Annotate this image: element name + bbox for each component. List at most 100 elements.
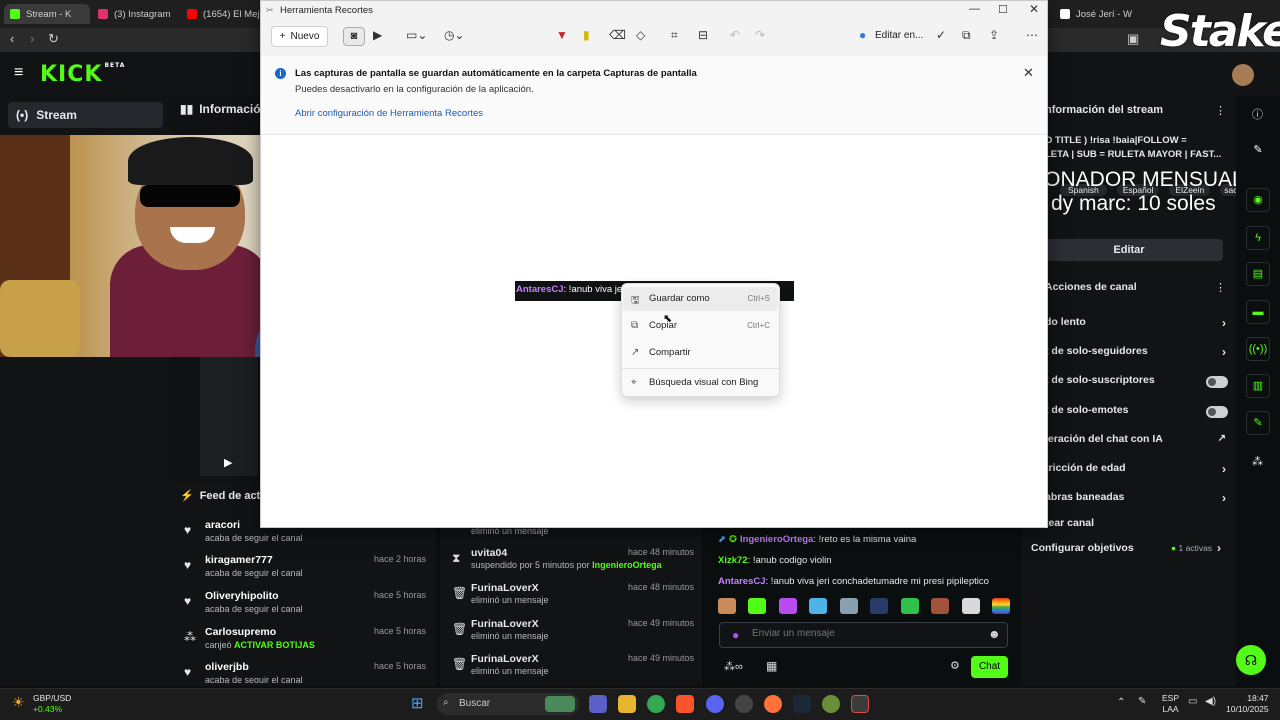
- snipping-tool-taskbar-icon[interactable]: [851, 695, 869, 713]
- chat-input[interactable]: [752, 628, 972, 639]
- kick-logo[interactable]: KICK BETA: [40, 62, 125, 87]
- pen-icon[interactable]: ▼: [556, 28, 568, 42]
- tab-instagram[interactable]: (3) Instagram: [98, 4, 178, 24]
- user-name[interactable]: FurinaLoverX: [471, 653, 539, 665]
- info-icon[interactable]: ⓘ: [1252, 106, 1263, 122]
- avatar[interactable]: [1232, 64, 1254, 86]
- tab-stream[interactable]: Stream - K: [4, 4, 90, 24]
- user-name[interactable]: Carlosupremo: [205, 626, 276, 638]
- edit-button[interactable]: Editar: [1035, 239, 1223, 261]
- file-explorer-icon[interactable]: [618, 695, 636, 713]
- chat-username[interactable]: Xizk72: [718, 555, 748, 566]
- emote[interactable]: [778, 598, 797, 614]
- screenshot-mode-icon[interactable]: ◙: [343, 27, 365, 46]
- edit-in-button[interactable]: Editar en...: [875, 30, 923, 41]
- chat-icon[interactable]: ▬: [1246, 300, 1270, 324]
- emote[interactable]: [991, 598, 1010, 614]
- close-icon[interactable]: ✕: [1023, 65, 1034, 81]
- store-icon[interactable]: ▦: [766, 659, 777, 673]
- teams-icon[interactable]: [589, 695, 607, 713]
- reload-icon[interactable]: ↻: [48, 31, 59, 47]
- emoji-icon[interactable]: ☻: [988, 627, 1001, 641]
- configure-goals[interactable]: Configurar objetivos ● 1 activas ›: [1031, 541, 1226, 558]
- app-icon[interactable]: [822, 695, 840, 713]
- clock[interactable]: 18:47 10/10/2025: [1226, 693, 1269, 715]
- user-name[interactable]: oliverjbb: [205, 661, 249, 673]
- action-followers-only[interactable]: t de solo-seguidores ›: [1045, 345, 1230, 363]
- user-name[interactable]: uvita04: [471, 547, 507, 559]
- wrench-icon[interactable]: ✎: [1246, 411, 1270, 435]
- menu-icon[interactable]: ≡: [14, 64, 23, 82]
- chat-username[interactable]: AntaresCJ: [718, 576, 766, 587]
- emote[interactable]: [839, 598, 858, 614]
- action-banned-words[interactable]: abras baneadas ›: [1045, 491, 1230, 509]
- chat-send-button[interactable]: Chat: [971, 656, 1008, 678]
- eraser-icon[interactable]: ⌫: [609, 28, 626, 42]
- ticker-widget[interactable]: GBP/USD +0.43%: [33, 693, 71, 715]
- text-actions-icon[interactable]: ⊟: [698, 28, 708, 42]
- chat-username[interactable]: IngenieroOrtega: [740, 534, 813, 545]
- emote[interactable]: [961, 598, 980, 614]
- file-icon[interactable]: ▤: [1246, 262, 1270, 286]
- snip-shape-icon[interactable]: ▭⌄: [406, 28, 427, 42]
- action-emotes-only[interactable]: t de solo-emotes: [1045, 404, 1230, 422]
- menu-item-save-as[interactable]: 🖫 Guardar como Ctrl+S: [623, 287, 778, 311]
- tab-wikipedia[interactable]: José Jerí - Wiki: [1060, 4, 1132, 24]
- play-icon[interactable]: ▶: [224, 456, 232, 469]
- windows-start-icon[interactable]: ⊞: [411, 694, 424, 712]
- user-name[interactable]: FurinaLoverX: [471, 618, 539, 630]
- emote[interactable]: [900, 598, 919, 614]
- more-icon[interactable]: ⋯: [1026, 28, 1038, 42]
- banner-settings-link[interactable]: Abrir configuración de Herramienta Recor…: [295, 108, 483, 119]
- network-icon[interactable]: ▭: [1188, 696, 1197, 707]
- emote[interactable]: [718, 598, 736, 614]
- share-icon[interactable]: ⇪: [989, 28, 999, 42]
- more-icon[interactable]: ⋮: [1215, 281, 1226, 294]
- language-indicator[interactable]: ESP LAA: [1162, 693, 1179, 715]
- nav-stream-button[interactable]: (•) Stream: [8, 102, 163, 128]
- emote[interactable]: [748, 598, 767, 614]
- pen-tray-icon[interactable]: ✎: [1138, 696, 1146, 707]
- taskbar-search[interactable]: ⌕ Buscar: [437, 693, 579, 715]
- chevron-up-icon[interactable]: ⌃: [1117, 697, 1125, 708]
- timer-icon[interactable]: ◷⌄: [444, 28, 465, 42]
- action-slow-mode[interactable]: do lento ›: [1045, 316, 1230, 334]
- emote[interactable]: [870, 598, 889, 614]
- broadcast-icon[interactable]: ((•)): [1246, 337, 1270, 361]
- shapes-icon[interactable]: ◇: [636, 28, 645, 42]
- close-icon[interactable]: ✕: [1029, 2, 1039, 16]
- action-ai-moderation[interactable]: leración del chat con IA ↗: [1045, 433, 1230, 451]
- new-snip-button[interactable]: + Nuevo: [271, 26, 328, 47]
- firefox-icon[interactable]: [764, 695, 782, 713]
- reader-icon[interactable]: ▣: [1127, 31, 1139, 47]
- menu-item-share[interactable]: ↗ Compartir: [623, 341, 778, 365]
- gear-icon[interactable]: ⚙: [950, 659, 960, 672]
- microphone-icon[interactable]: ●: [732, 628, 739, 642]
- minimize-icon[interactable]: —: [969, 3, 980, 15]
- user-name[interactable]: FurinaLoverX: [471, 582, 539, 594]
- emote[interactable]: [809, 598, 828, 614]
- toggle-switch[interactable]: [1206, 376, 1228, 388]
- forward-icon[interactable]: ›: [30, 31, 34, 46]
- brave-icon[interactable]: [676, 695, 694, 713]
- menu-item-bing-visual-search[interactable]: ⌖ Búsqueda visual con Bing: [623, 371, 778, 395]
- action-subscribers-only[interactable]: t de solo-suscriptores: [1045, 374, 1230, 392]
- action-raid-channel[interactable]: tear canal: [1045, 517, 1230, 535]
- pencil-icon[interactable]: ✎: [1246, 139, 1270, 163]
- user-name[interactable]: kiragamer777: [205, 554, 273, 566]
- emote[interactable]: [931, 598, 950, 614]
- back-icon[interactable]: ‹: [10, 31, 14, 46]
- user-name[interactable]: aracori: [205, 519, 240, 531]
- toggle-switch[interactable]: [1206, 406, 1228, 418]
- user-name[interactable]: Oliveryhipolito: [205, 590, 279, 602]
- tab-youtube[interactable]: (1654) El Mejo: [187, 4, 259, 24]
- chrome-icon[interactable]: [647, 695, 665, 713]
- action-age-restriction[interactable]: tricción de edad ›: [1045, 462, 1230, 480]
- discord-icon[interactable]: [706, 695, 724, 713]
- maximize-icon[interactable]: ☐: [998, 3, 1008, 16]
- checkmark-icon[interactable]: ✓: [936, 28, 946, 42]
- copy-icon[interactable]: ⧉: [962, 28, 971, 43]
- menu-item-copy[interactable]: ⧉ Copiar Ctrl+C: [623, 314, 778, 338]
- more-icon[interactable]: ⋮: [1215, 104, 1226, 117]
- chat-input-box[interactable]: ● ☻: [719, 622, 1008, 648]
